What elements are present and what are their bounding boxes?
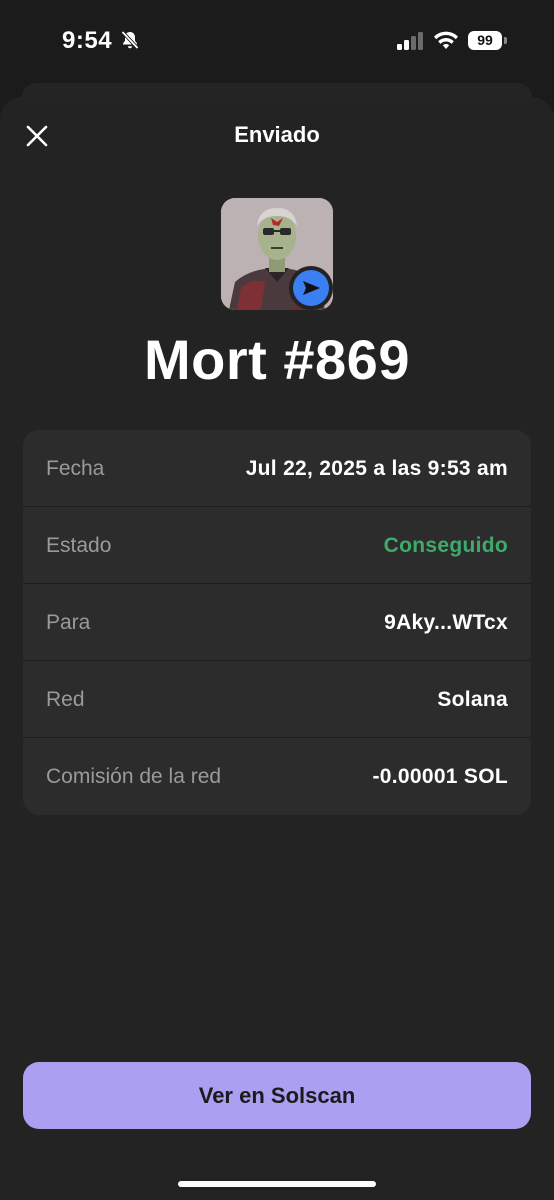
detail-row-date: Fecha Jul 22, 2025 a las 9:53 am bbox=[23, 430, 531, 507]
status-bar: 9:54 99 bbox=[0, 0, 554, 80]
nft-name: Mort #869 bbox=[144, 328, 410, 391]
detail-row-fee: Comisión de la red -0.00001 SOL bbox=[23, 738, 531, 815]
detail-label: Red bbox=[46, 688, 85, 711]
bell-slash-icon bbox=[119, 29, 141, 51]
detail-label: Fecha bbox=[46, 457, 105, 480]
detail-value: Jul 22, 2025 a las 9:53 am bbox=[245, 457, 508, 480]
detail-value: Solana bbox=[437, 688, 508, 711]
sheet-title: Enviado bbox=[234, 122, 320, 147]
view-on-solscan-button[interactable]: Ver en Solscan bbox=[23, 1062, 531, 1129]
status-value: Conseguido bbox=[383, 534, 508, 557]
detail-label: Para bbox=[46, 611, 91, 634]
signal-icon bbox=[396, 32, 426, 50]
status-time: 9:54 bbox=[62, 27, 113, 54]
detail-row-status: Estado Conseguido bbox=[23, 507, 531, 584]
detail-label: Comisión de la red bbox=[46, 765, 222, 788]
detail-label: Estado bbox=[46, 534, 112, 557]
battery-tip bbox=[504, 37, 507, 44]
transaction-details: Fecha Jul 22, 2025 a las 9:53 am Estado … bbox=[23, 430, 531, 815]
battery-icon: 99 bbox=[468, 31, 508, 51]
send-badge bbox=[289, 266, 333, 310]
recipient-address[interactable]: 9Aky...WTcx bbox=[384, 584, 508, 661]
detail-row-network: Red Solana bbox=[23, 661, 531, 738]
detail-value: -0.00001 SOL bbox=[372, 765, 508, 788]
battery-level: 99 bbox=[468, 31, 502, 50]
home-indicator bbox=[178, 1181, 376, 1187]
send-icon bbox=[303, 281, 320, 295]
wifi-icon bbox=[433, 30, 459, 50]
detail-row-to[interactable]: Para 9Aky...WTcx bbox=[23, 584, 531, 661]
